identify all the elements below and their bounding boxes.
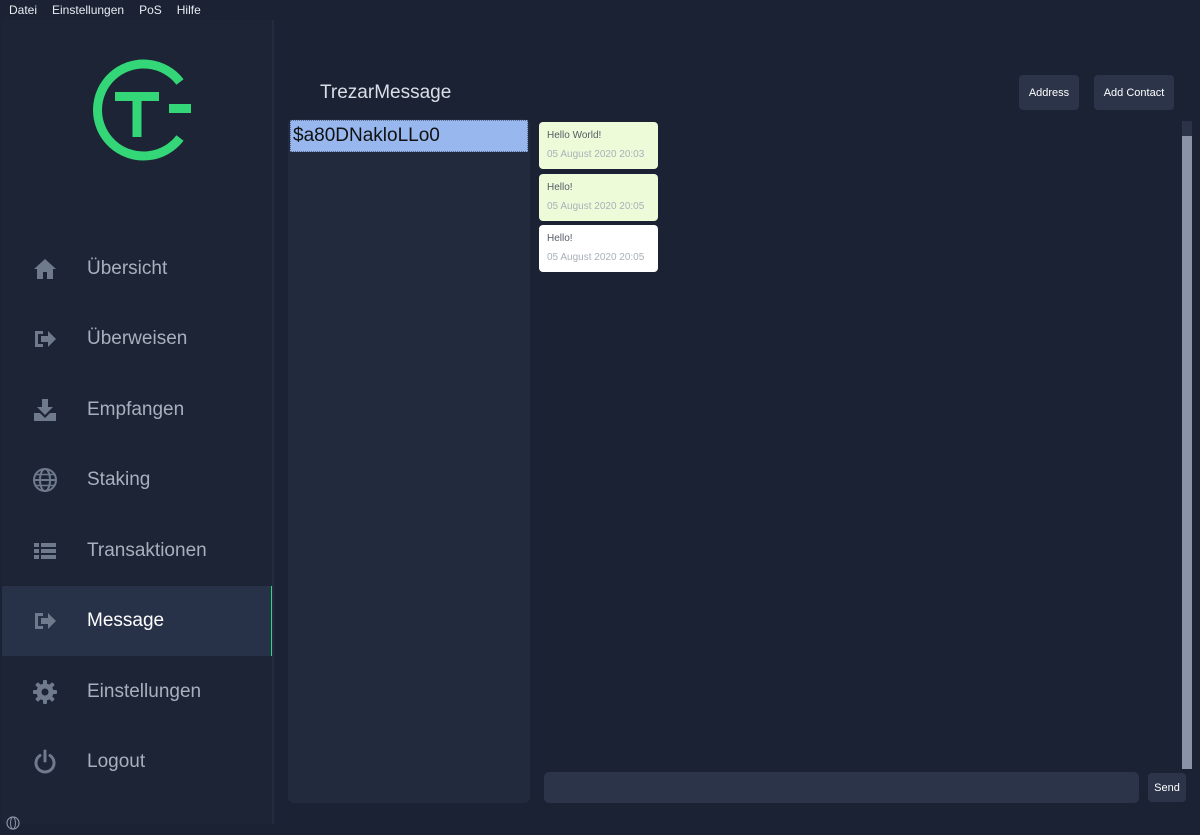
gear-icon <box>32 679 58 705</box>
home-icon <box>32 256 58 282</box>
message-icon <box>32 608 58 634</box>
menu-bar: Datei Einstellungen PoS Hilfe <box>0 0 1200 20</box>
message-bubble-sent: Hello World! 05 August 2020 20:03 <box>539 122 658 169</box>
sidebar-item-transaktionen[interactable]: Transaktionen <box>2 516 272 586</box>
send-icon <box>32 326 58 352</box>
sidebar-item-label: Logout <box>87 751 146 772</box>
sidebar-item-label: Einstellungen <box>87 681 202 702</box>
message-time: 05 August 2020 20:05 <box>547 201 645 212</box>
globe-icon <box>32 467 58 493</box>
sidebar-divider <box>272 20 274 824</box>
trezar-logo-icon <box>86 59 192 161</box>
send-button[interactable]: Send <box>1148 773 1186 802</box>
message-text: Hello World! <box>547 130 602 141</box>
sidebar-item-label: Transaktionen <box>87 540 207 561</box>
message-bubble-sent: Hello! 05 August 2020 20:05 <box>539 174 658 221</box>
sidebar-item-logout[interactable]: Logout <box>2 727 272 797</box>
messages-scrollbar[interactable] <box>1182 121 1192 769</box>
sidebar: Übersicht Überweisen Empfangen Staking T… <box>2 20 274 824</box>
message-input[interactable] <box>544 772 1139 803</box>
sidebar-item-label: Staking <box>87 469 151 490</box>
sidebar-item-ueberweisen[interactable]: Überweisen <box>2 304 272 374</box>
sidebar-item-label: Message <box>87 610 165 631</box>
sidebar-item-message[interactable]: Message <box>2 586 274 656</box>
menu-hilfe[interactable]: Hilfe <box>177 3 201 17</box>
sidebar-item-staking[interactable]: Staking <box>2 445 272 515</box>
message-text: Hello! <box>547 233 573 244</box>
list-icon <box>32 538 58 564</box>
scrollbar-thumb[interactable] <box>1182 121 1192 136</box>
contacts-list: $a80DNakloLLo0 <box>288 119 530 803</box>
address-button[interactable]: Address <box>1019 75 1079 110</box>
sidebar-item-einstellungen[interactable]: Einstellungen <box>2 657 272 727</box>
sidebar-item-label: Überweisen <box>87 328 188 349</box>
message-time: 05 August 2020 20:05 <box>547 252 645 263</box>
network-globe-icon <box>6 816 20 830</box>
menu-datei[interactable]: Datei <box>9 3 37 17</box>
download-icon <box>32 397 58 423</box>
sidebar-item-label: Übersicht <box>87 258 168 279</box>
sidebar-item-label: Empfangen <box>87 399 185 420</box>
contact-item[interactable]: $a80DNakloLLo0 <box>290 120 528 152</box>
page-title: TrezarMessage <box>320 82 452 103</box>
sidebar-item-uebersicht[interactable]: Übersicht <box>2 234 272 304</box>
sidebar-item-empfangen[interactable]: Empfangen <box>2 375 272 445</box>
message-bubble-received: Hello! 05 August 2020 20:05 <box>539 225 658 272</box>
power-icon <box>32 749 58 775</box>
message-text: Hello! <box>547 182 573 193</box>
message-time: 05 August 2020 20:03 <box>547 149 645 160</box>
add-contact-button[interactable]: Add Contact <box>1094 75 1174 110</box>
menu-einstellungen[interactable]: Einstellungen <box>52 3 124 17</box>
menu-pos[interactable]: PoS <box>139 3 162 17</box>
